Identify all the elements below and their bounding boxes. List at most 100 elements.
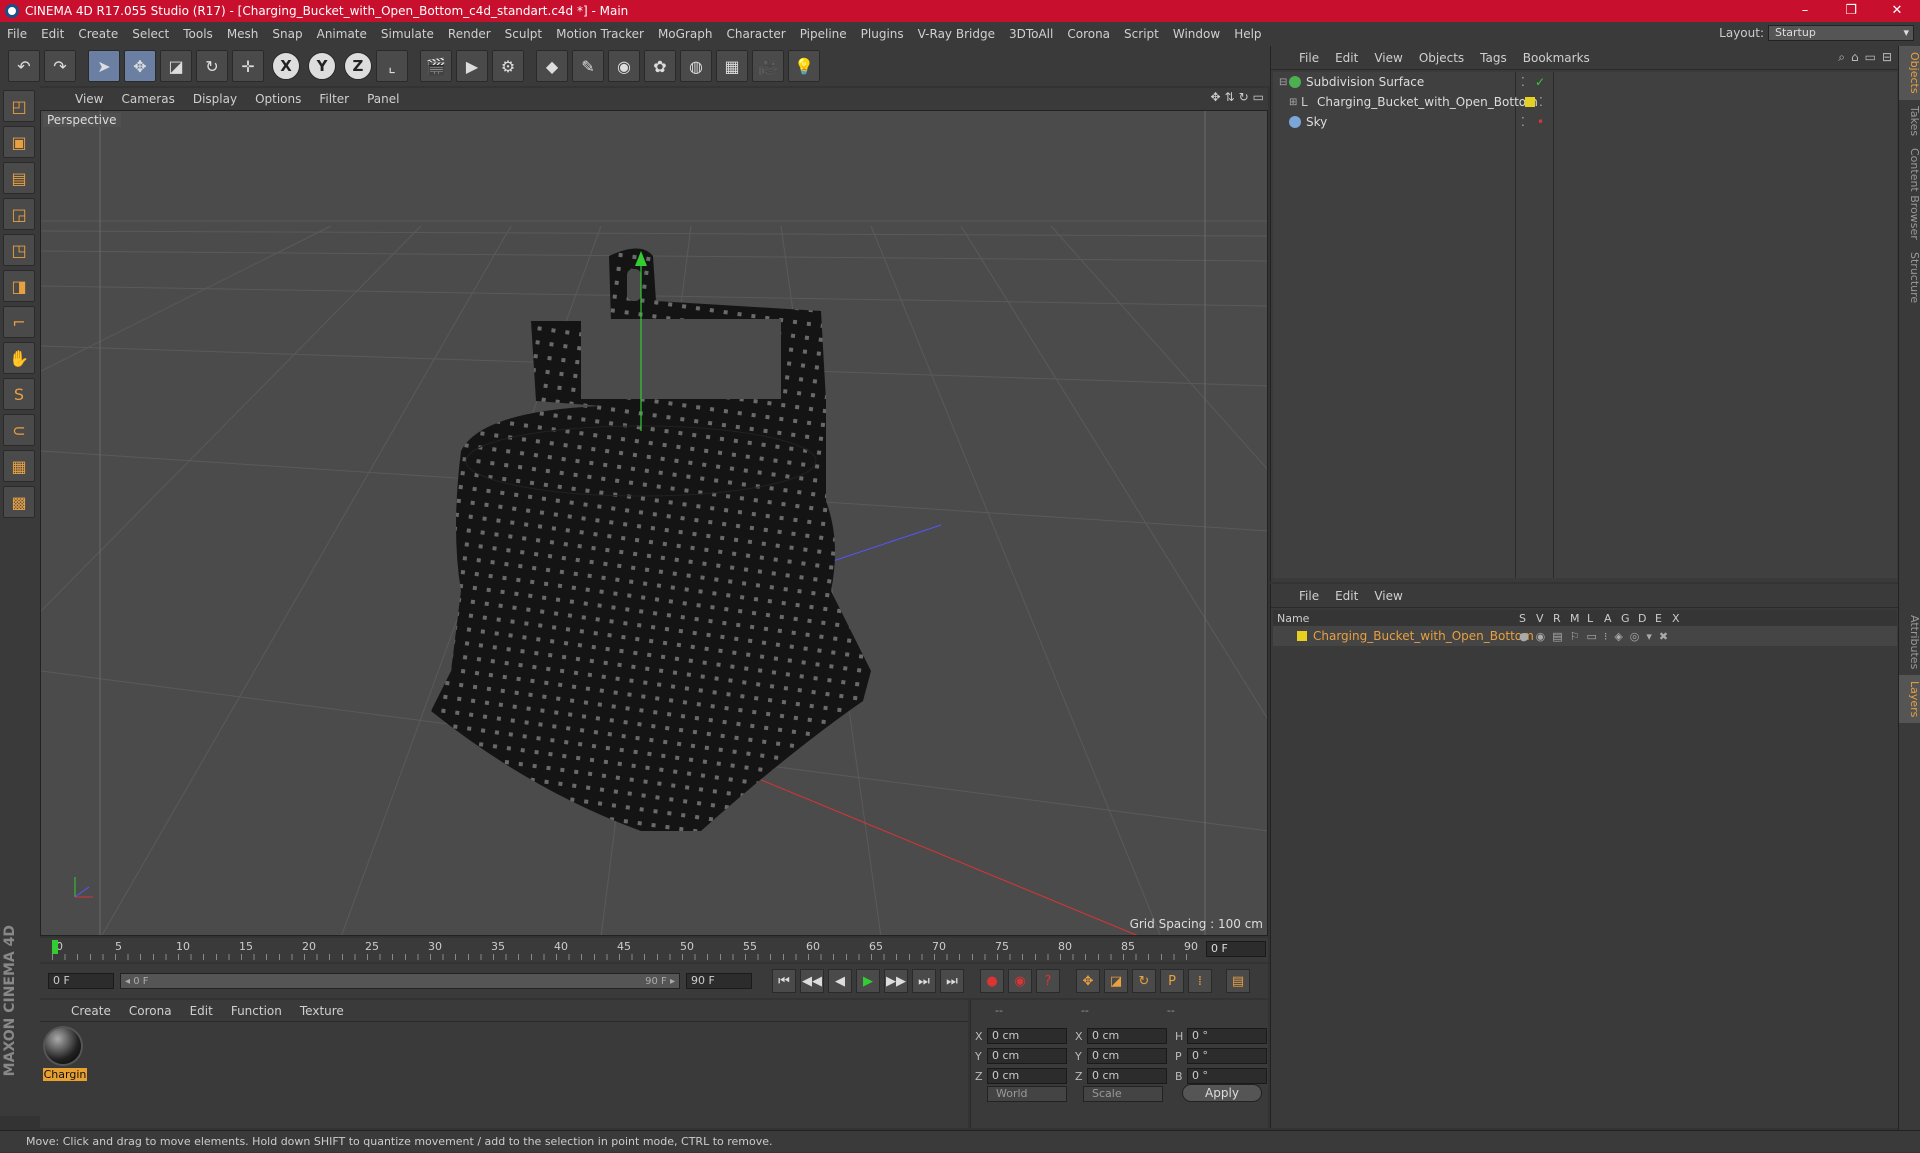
position-x-field[interactable]: 0 cm xyxy=(987,1028,1067,1044)
coord-mode-dropdown[interactable]: Scale xyxy=(1083,1086,1163,1102)
material-menu-texture[interactable]: Texture xyxy=(291,1004,353,1018)
material-menu-function[interactable]: Function xyxy=(222,1004,291,1018)
previous-frame-icon[interactable]: ◀ xyxy=(828,969,852,993)
polygons-mode-icon[interactable]: ◨ xyxy=(3,270,35,302)
objects-menu-file[interactable]: File xyxy=(1291,51,1327,65)
enabled-check-icon[interactable]: ✓ xyxy=(1535,75,1545,89)
menu-render[interactable]: Render xyxy=(441,22,498,46)
key-parameter-icon[interactable]: P xyxy=(1160,969,1184,993)
position-y-field[interactable]: 0 cm xyxy=(987,1048,1067,1064)
go-to-end-icon[interactable]: ⏭ xyxy=(940,969,964,993)
timeline-window-icon[interactable]: ▤ xyxy=(1226,969,1250,993)
key-rotation-icon[interactable]: ↻ xyxy=(1132,969,1156,993)
apply-button[interactable]: Apply xyxy=(1182,1084,1262,1102)
menu-create[interactable]: Create xyxy=(71,22,125,46)
z-axis-lock-icon[interactable]: Z xyxy=(344,52,372,80)
tab-structure[interactable]: Structure xyxy=(1899,246,1920,309)
axis-mode-icon[interactable]: ⌐ xyxy=(3,306,35,338)
visibility-dots-icon[interactable]: ⁚ xyxy=(1539,95,1543,109)
size-y-field[interactable]: 0 cm xyxy=(1087,1048,1167,1064)
objects-menu-bookmarks[interactable]: Bookmarks xyxy=(1515,51,1598,65)
menu-motion-tracker[interactable]: Motion Tracker xyxy=(549,22,651,46)
viewport-menu-options[interactable]: Options xyxy=(246,92,310,106)
menu-plugins[interactable]: Plugins xyxy=(854,22,911,46)
material-menu-edit[interactable]: Edit xyxy=(181,1004,222,1018)
new-window-icon[interactable]: ⊟ xyxy=(1882,50,1892,65)
render-view-icon[interactable]: 🎬 xyxy=(420,50,452,82)
menu-vray-bridge[interactable]: V-Ray Bridge xyxy=(911,22,1002,46)
layer-color-swatch[interactable] xyxy=(1525,97,1535,107)
layer-row[interactable]: Charging_Bucket_with_Open_Bottom ●◉▤⚐▭⁝◈… xyxy=(1273,626,1897,646)
tab-layers[interactable]: Layers xyxy=(1899,675,1920,724)
menu-file[interactable]: File xyxy=(0,22,34,46)
transform-tool-icon[interactable]: ✛ xyxy=(232,50,264,82)
tab-attributes[interactable]: Attributes xyxy=(1899,609,1920,675)
edges-mode-icon[interactable]: ◳ xyxy=(3,234,35,266)
rotate-tool-icon[interactable]: ↻ xyxy=(196,50,228,82)
viewport-menu-display[interactable]: Display xyxy=(184,92,246,106)
maximize-button[interactable]: ❐ xyxy=(1828,0,1874,22)
rotation-b-field[interactable]: 0 ° xyxy=(1187,1068,1267,1084)
live-selection-icon[interactable]: ➤ xyxy=(88,50,120,82)
zoom-icon[interactable]: ⇅ xyxy=(1225,90,1235,104)
solo-mode-icon[interactable]: S xyxy=(3,378,35,410)
layers-menu-edit[interactable]: Edit xyxy=(1327,589,1366,603)
objects-menu-edit[interactable]: Edit xyxy=(1327,51,1366,65)
menu-simulate[interactable]: Simulate xyxy=(374,22,441,46)
search-icon[interactable]: ⌕ xyxy=(1838,50,1845,65)
layer-name[interactable]: Charging_Bucket_with_Open_Bottom xyxy=(1313,629,1534,643)
menu-corona[interactable]: Corona xyxy=(1060,22,1117,46)
workplane-icon[interactable]: ▦ xyxy=(3,450,35,482)
material-menu-create[interactable]: Create xyxy=(62,1004,120,1018)
menu-pipeline[interactable]: Pipeline xyxy=(793,22,854,46)
layers-menu-view[interactable]: View xyxy=(1366,589,1410,603)
play-icon[interactable]: ▶ xyxy=(856,969,880,993)
tab-content-browser[interactable]: Content Browser xyxy=(1899,142,1920,246)
undo-icon[interactable]: ↶ xyxy=(8,50,40,82)
layout-dropdown[interactable]: Startup xyxy=(1768,25,1914,41)
visibility-dots-icon[interactable]: ⁚ xyxy=(1521,75,1525,89)
snap-icon[interactable]: ⊂ xyxy=(3,414,35,446)
current-frame-field[interactable]: 0 F xyxy=(1206,941,1266,957)
object-row-charging-bucket[interactable]: ⊞ L Charging_Bucket_with_Open_Bottom ⁚ xyxy=(1273,92,1897,112)
playhead-marker[interactable] xyxy=(52,940,58,954)
toggle-view-icon[interactable]: ▭ xyxy=(1253,90,1264,104)
collapse-icon[interactable]: ⊟ xyxy=(1279,77,1289,88)
cube-primitive-icon[interactable]: ◆ xyxy=(536,50,568,82)
next-key-icon[interactable]: ⏭ xyxy=(912,969,936,993)
viewport-menu-view[interactable]: View xyxy=(66,92,112,106)
minimize-button[interactable]: – xyxy=(1782,0,1828,22)
locked-workplane-icon[interactable]: ▩ xyxy=(3,486,35,518)
model-mode-icon[interactable]: ▣ xyxy=(3,126,35,158)
filter-icon[interactable]: ▭ xyxy=(1865,50,1876,65)
menu-mograph[interactable]: MoGraph xyxy=(651,22,720,46)
object-row-sky[interactable]: Sky ⁚ • xyxy=(1273,112,1897,132)
move-tool-icon[interactable]: ✥ xyxy=(124,50,156,82)
pen-spline-icon[interactable]: ✎ xyxy=(572,50,604,82)
cloner-icon[interactable]: ✿ xyxy=(644,50,676,82)
objects-menu-view[interactable]: View xyxy=(1366,51,1410,65)
key-scale-icon[interactable]: ◪ xyxy=(1104,969,1128,993)
camera-icon[interactable]: 🎥 xyxy=(752,50,784,82)
layer-toggle-icons[interactable]: ●◉▤⚐▭⁝◈◎▾✖ xyxy=(1519,630,1675,643)
start-frame-field[interactable]: 0 F xyxy=(48,973,114,989)
menu-script[interactable]: Script xyxy=(1117,22,1166,46)
object-row-subdivision-surface[interactable]: ⊟ Subdivision Surface ⁚ ✓ xyxy=(1273,72,1897,92)
key-position-icon[interactable]: ✥ xyxy=(1076,969,1100,993)
size-z-field[interactable]: 0 cm xyxy=(1087,1068,1167,1084)
menu-animate[interactable]: Animate xyxy=(310,22,374,46)
render-settings-icon[interactable]: ⚙ xyxy=(492,50,524,82)
menu-mesh[interactable]: Mesh xyxy=(220,22,266,46)
key-pla-icon[interactable]: ⁞ xyxy=(1188,969,1212,993)
x-axis-lock-icon[interactable]: X xyxy=(272,52,300,80)
render-dot-icon[interactable]: • xyxy=(1537,115,1544,129)
redo-icon[interactable]: ↷ xyxy=(44,50,76,82)
points-mode-icon[interactable]: ◲ xyxy=(3,198,35,230)
viewport-menu-cameras[interactable]: Cameras xyxy=(112,92,183,106)
rotation-h-field[interactable]: 0 ° xyxy=(1187,1028,1267,1044)
expand-icon[interactable]: ⊞ xyxy=(1289,97,1301,108)
objects-menu-tags[interactable]: Tags xyxy=(1472,51,1515,65)
previous-key-icon[interactable]: ◀◀ xyxy=(800,969,824,993)
menu-edit[interactable]: Edit xyxy=(34,22,71,46)
menu-help[interactable]: Help xyxy=(1227,22,1268,46)
